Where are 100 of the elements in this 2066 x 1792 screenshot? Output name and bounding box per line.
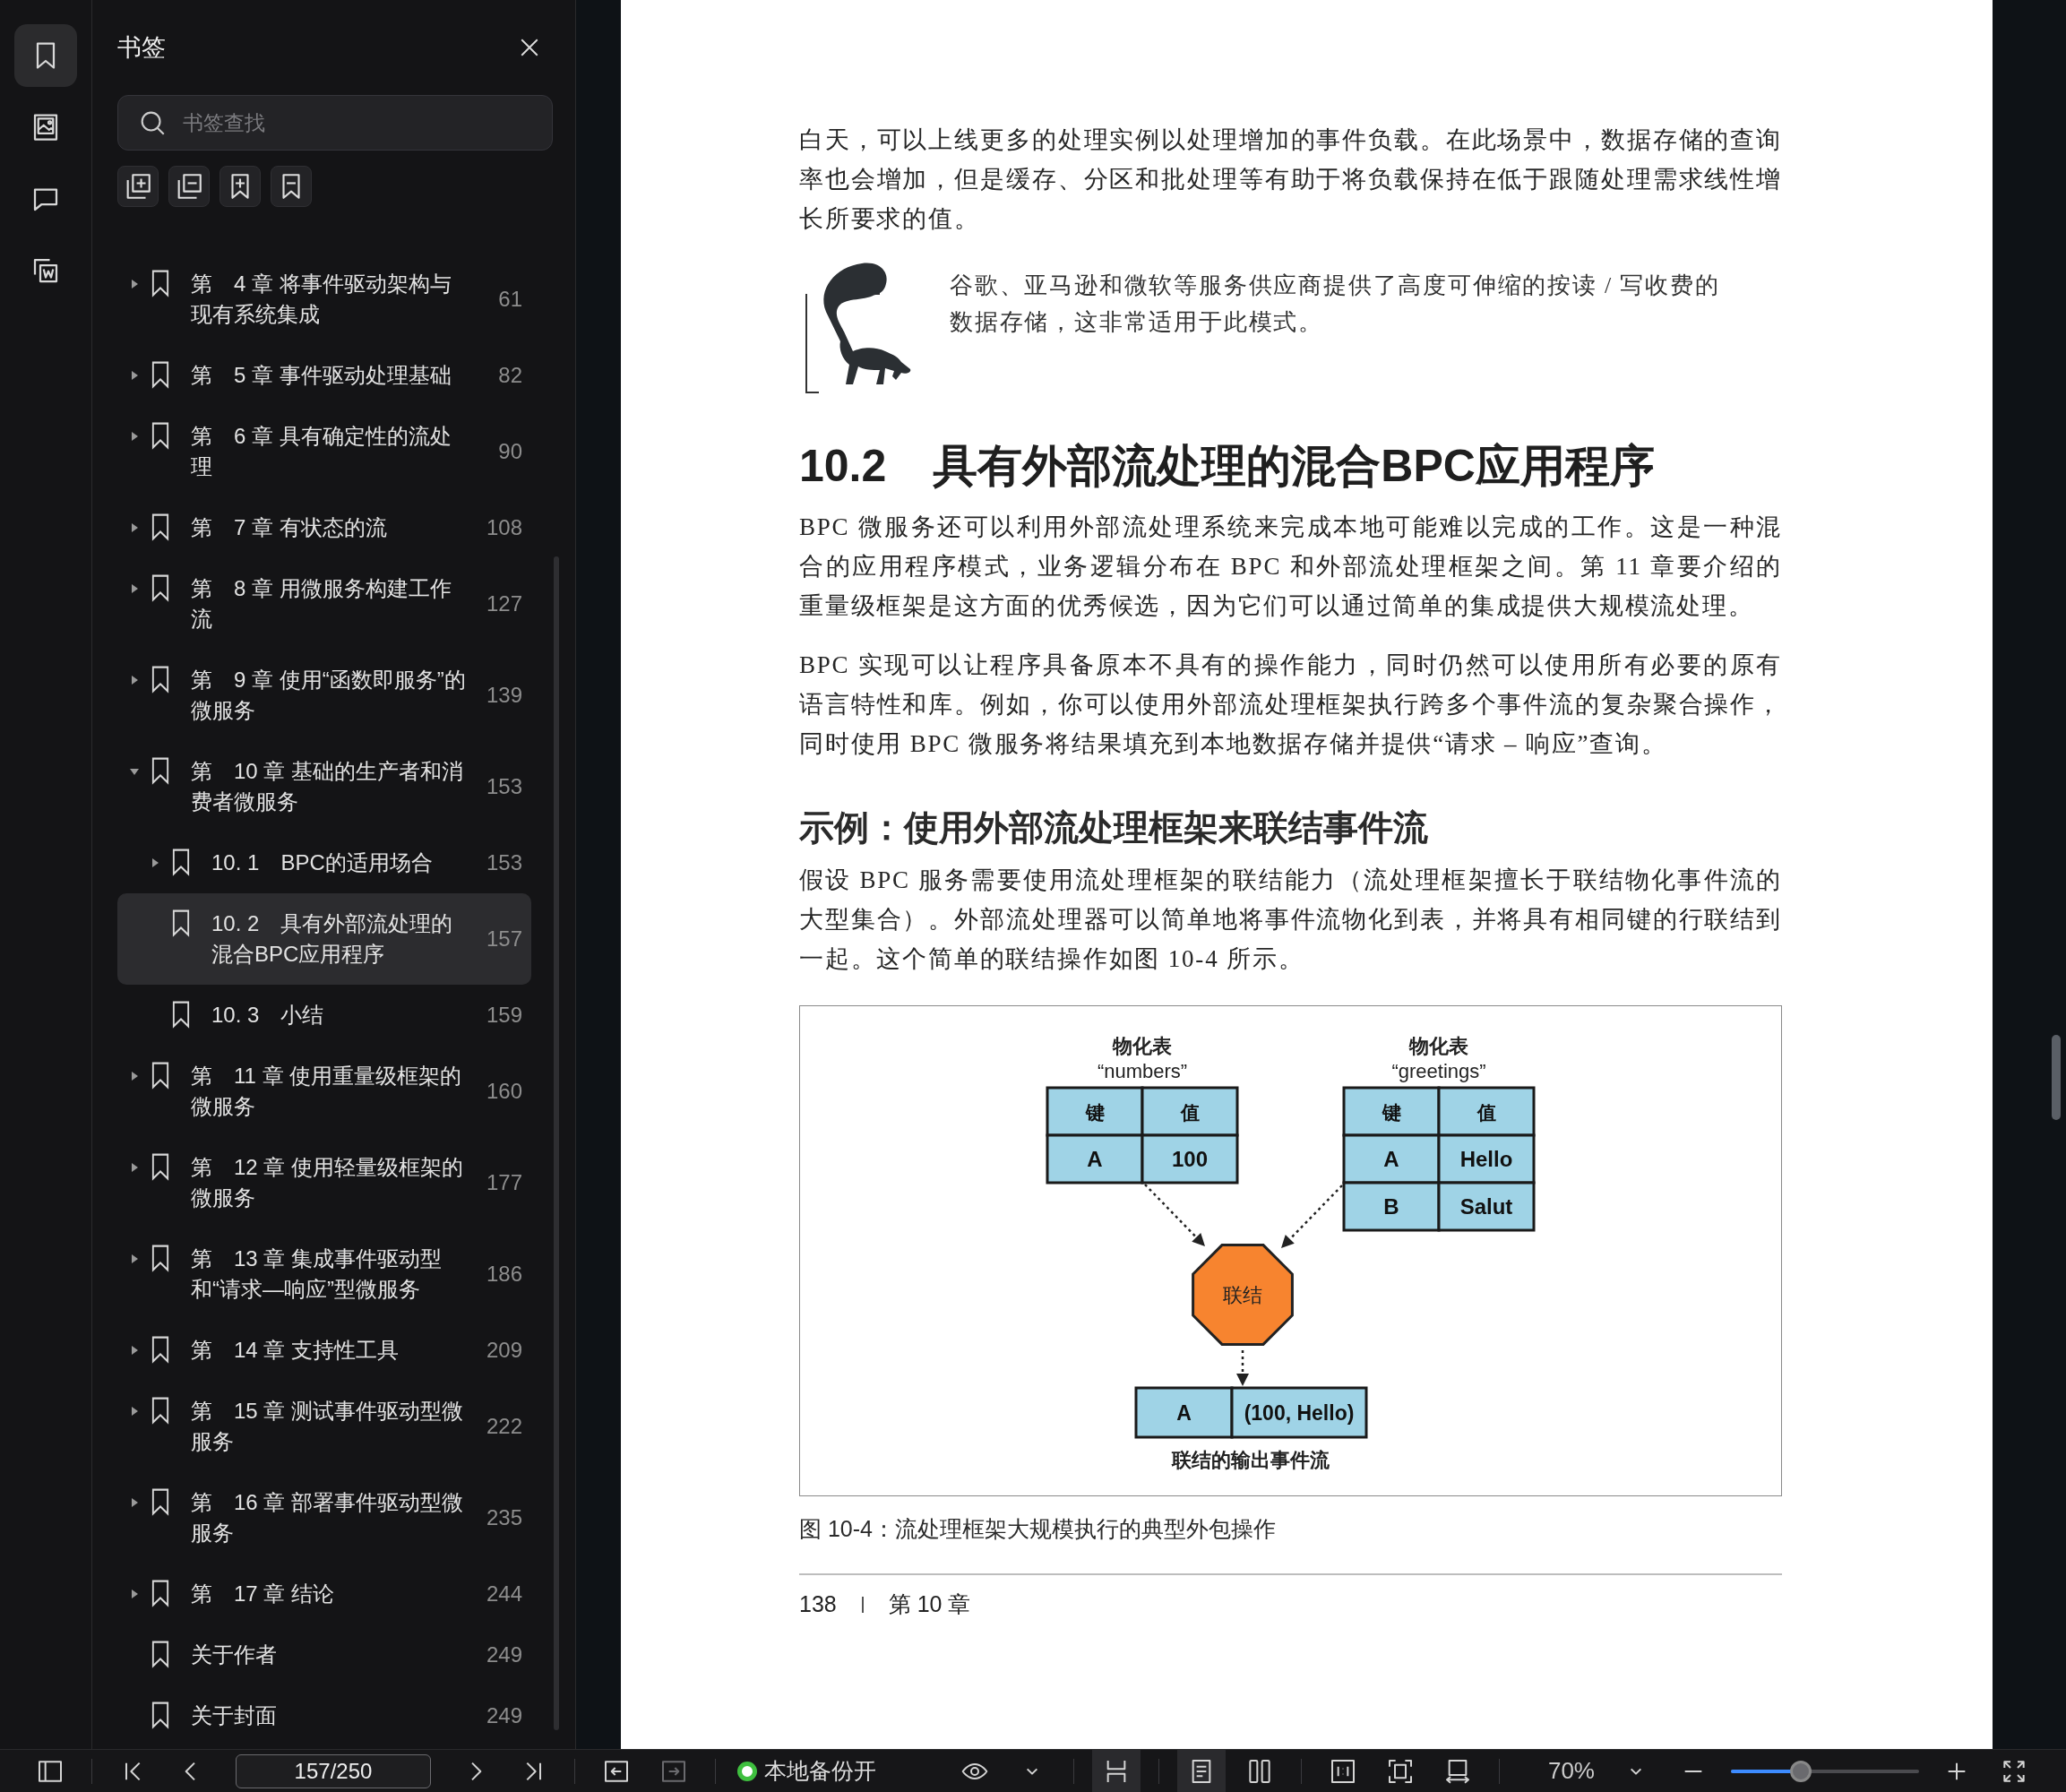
join-node: 联结	[1192, 1244, 1294, 1346]
subsection-heading: 示例：使用外部流处理框架来联结事件流	[799, 807, 1429, 849]
bookmark-title: 10. 2 具有外部流处理的混合BPC应用程序	[211, 910, 454, 968]
table-cell: B	[1342, 1181, 1441, 1232]
bookmark-title: 第 13 章 集成事件驱动型和“请求—响应”型微服务	[191, 1245, 443, 1303]
bookmark-title: 第 6 章 具有确定性的流处理	[191, 423, 452, 480]
bookmark-item[interactable]: 第 4 章 将事件驱动架构与现有系统集成 61	[117, 254, 531, 345]
bookmark-item[interactable]: 关于封面 249	[117, 1685, 531, 1746]
table-cell: A	[1134, 1386, 1234, 1439]
bookmark-title: 第 9 章 使用“函数即服务”的微服务	[191, 667, 467, 724]
bookmark-item[interactable]: 关于作者 249	[117, 1624, 531, 1685]
table-name: “numbers”	[1097, 1060, 1188, 1082]
page-number: 249	[485, 1702, 522, 1729]
table-cell: 键	[1046, 1086, 1144, 1137]
bookmark-title: 第 12 章 使用轻量级框架的微服务	[191, 1154, 465, 1211]
arrow	[1236, 1350, 1249, 1386]
bookmark-title: 第 5 章 事件驱动处理基础	[191, 362, 452, 389]
bookmark-title: 10. 1 BPC的适用场合	[211, 849, 434, 876]
bookmark-title: 第 14 章 支持性工具	[191, 1337, 400, 1364]
bookmark-item[interactable]: 第 14 章 支持性工具 209	[117, 1320, 531, 1381]
note-text: 谷歌、亚马逊和微软等服务供应商提供了高度可伸缩的按读 / 写收费的数据存储，这非常适用于此模式。	[950, 271, 1721, 337]
page-number: 138	[799, 1590, 837, 1618]
output-label: 联结的输出事件流	[1172, 1449, 1330, 1471]
page-number: 153	[485, 849, 522, 876]
bookmark-title: 第 15 章 测试事件驱动型微服务	[191, 1398, 465, 1455]
bookmark-item[interactable]: 第 11 章 使用重量级框架的微服务 160	[117, 1046, 531, 1137]
page-number: 139	[485, 682, 522, 709]
bookmark-title: 第 17 章 结论	[191, 1581, 336, 1607]
bookmark-remove-button[interactable]	[271, 166, 312, 207]
table-cell: Hello	[1437, 1133, 1536, 1185]
table-cell: Salut	[1437, 1181, 1536, 1232]
bookmark-add-button[interactable]	[220, 166, 261, 207]
section-number: 10.2	[799, 440, 887, 493]
bookmark-title: 关于作者	[191, 1641, 278, 1668]
backup-status: 本地备份开	[764, 1756, 876, 1785]
chapter-label: 第 10 章	[888, 1590, 971, 1618]
bookmark-title: 10. 3 小结	[211, 1002, 325, 1029]
page-number: 157	[485, 926, 522, 952]
bookmark-item[interactable]: 10. 3 小结 159	[117, 985, 531, 1046]
bookmark-title: 第 8 章 用微服务构建工作流	[191, 575, 452, 633]
bookmark-title: 第 7 章 有状态的流	[191, 514, 388, 541]
bookmark-item[interactable]: 第 6 章 具有确定性的流处理 90	[117, 406, 531, 497]
page-number: 235	[485, 1504, 522, 1531]
page-number: 186	[485, 1261, 522, 1288]
table-cell: 值	[1437, 1086, 1536, 1137]
bookmark-item[interactable]: 第 10 章 基础的生产者和消费者微服务 153	[117, 741, 531, 832]
bookmark-item[interactable]: 10. 1 BPC的适用场合 153	[117, 832, 531, 893]
page-number: 209	[485, 1337, 522, 1364]
page-number: 177	[485, 1169, 522, 1196]
bookmark-item[interactable]: 第 13 章 集成事件驱动型和“请求—响应”型微服务 186	[117, 1228, 531, 1320]
page-number: 61	[497, 286, 522, 313]
bookmark-title: 第 10 章 基础的生产者和消费者微服务	[191, 758, 465, 815]
search-field[interactable]: 书签查找	[117, 95, 553, 151]
bookmark-item[interactable]: 第 15 章 测试事件驱动型微服务 222	[117, 1381, 531, 1472]
table-cell: A	[1046, 1133, 1144, 1185]
bookmark-title: 第 4 章 将事件驱动架构与现有系统集成	[191, 271, 452, 328]
table-title: 物化表	[1113, 1035, 1172, 1057]
table-title: 物化表	[1409, 1035, 1468, 1057]
arrow	[1281, 1185, 1343, 1248]
bookmark-item[interactable]: 第 12 章 使用轻量级框架的微服务 177	[117, 1137, 531, 1228]
page-number: 82	[497, 362, 522, 389]
table-cell: 值	[1141, 1086, 1239, 1137]
collapse-all-button[interactable]	[168, 166, 210, 207]
bookmark-tab[interactable]	[14, 24, 77, 87]
arrow	[1144, 1184, 1205, 1246]
bookmark-title: 关于封面	[191, 1702, 278, 1729]
panel-title: 书签	[117, 32, 166, 63]
paragraph: 白天，可以上线更多的处理实例以处理增加的事件负载。在此场景中，数据存储的查询率也会增加，但是缓存、分区和批处理等有助于将负载保持在低于跟随处理需求线性增长所要求的值。	[799, 125, 1782, 234]
page-number: 127	[485, 590, 522, 617]
paragraph: 假设 BPC 服务需要使用流处理框架的联结能力（流处理框架擅长于联结物化事件流的大型集合）。外部流处理器可以简单地将事件流物化到表，并将具有相同键的行联结到一起。这个简单的联结操作如图 10-4 所示。	[799, 866, 1782, 974]
page-number: 90	[497, 438, 522, 465]
page-field[interactable]: 157/250	[236, 1753, 431, 1788]
bookmark-item[interactable]: 第 17 章 结论 244	[117, 1564, 531, 1624]
page-number: 159	[485, 1002, 522, 1029]
page-number: 222	[485, 1413, 522, 1440]
bookmark-item[interactable]: 10. 2 具有外部流处理的混合BPC应用程序 157	[117, 893, 531, 985]
table-cell: (100, Hello)	[1230, 1386, 1368, 1439]
paragraph: BPC 实现可以让程序具备原本不具有的操作能力，同时仍然可以使用所有必要的原有语言特性和库。例如，你可以使用外部流处理框架执行跨多个事件流的复杂聚合操作，同时使用 BPC 微服务将结果填充到本地数据存储并提供“请求 – 响应”查询。	[799, 650, 1782, 759]
paragraph: BPC 微服务还可以利用外部流处理系统来完成本地可能难以完成的工作。这是一种混合的应用程序模式，业务逻辑分布在 BPC 和外部流处理框架之间。第 11 章要介绍的重量级框架是这方面的优秀候选，因为它们可以通过简单的集成提供大规模流处理。	[799, 513, 1782, 621]
zoom-value[interactable]: 70%	[1547, 1753, 1595, 1788]
figure-caption: 图 10-4：流处理框架大规模执行的典型外包操作	[799, 1515, 1277, 1543]
page-number: 160	[485, 1078, 522, 1105]
page-number: 249	[485, 1641, 522, 1668]
bookmark-item[interactable]: 第 5 章 事件驱动处理基础 82	[117, 345, 531, 406]
bookmark-item[interactable]: 第 16 章 部署事件驱动型微服务 235	[117, 1472, 531, 1564]
scroll-mode-button[interactable]	[1091, 1749, 1141, 1792]
table-cell: A	[1342, 1133, 1441, 1185]
page-number: 153	[485, 773, 522, 800]
bookmark-item[interactable]: 第 7 章 有状态的流 108	[117, 497, 531, 558]
scrollbar-thumb[interactable]	[2052, 1035, 2061, 1120]
slider-thumb[interactable]	[1789, 1760, 1812, 1782]
bookmark-title: 第 16 章 部署事件驱动型微服务	[191, 1489, 465, 1546]
scrollbar-thumb[interactable]	[554, 556, 559, 1730]
table-cell: 100	[1141, 1133, 1239, 1185]
table-cell: 键	[1342, 1086, 1441, 1137]
expand-all-button[interactable]	[117, 166, 159, 207]
bookmark-item[interactable]: 第 8 章 用微服务构建工作流 127	[117, 558, 531, 650]
bookmark-title: 第 11 章 使用重量级框架的微服务	[191, 1063, 463, 1120]
single-page-button[interactable]	[1176, 1749, 1226, 1792]
page-number: 108	[485, 514, 522, 541]
